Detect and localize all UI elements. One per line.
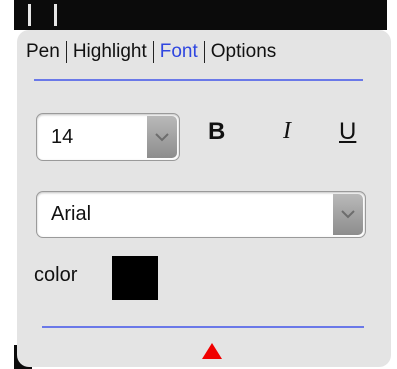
underline-button[interactable]: U xyxy=(339,118,356,146)
font-size-dropdown-button[interactable] xyxy=(147,116,177,158)
tab-font[interactable]: Font xyxy=(154,41,204,63)
color-label: color xyxy=(34,264,78,286)
chevron-down-icon xyxy=(341,210,355,219)
font-size-select[interactable]: 14 xyxy=(36,113,180,161)
font-family-value: Arial xyxy=(51,203,92,225)
font-size-value: 14 xyxy=(51,126,74,148)
top-bar-tick-left xyxy=(28,4,31,26)
tab-options[interactable]: Options xyxy=(205,41,282,63)
font-family-dropdown-button[interactable] xyxy=(333,194,363,235)
font-family-select[interactable]: Arial xyxy=(36,191,366,238)
tab-divider xyxy=(34,79,363,81)
color-swatch[interactable] xyxy=(112,256,158,300)
italic-button[interactable]: I xyxy=(283,118,291,145)
bottom-divider xyxy=(42,326,364,328)
tab-bar: Pen Highlight Font Options xyxy=(20,41,282,63)
top-bar xyxy=(14,0,387,30)
tab-highlight[interactable]: Highlight xyxy=(67,41,153,63)
tab-pen[interactable]: Pen xyxy=(20,41,66,63)
expand-triangle-icon[interactable] xyxy=(202,343,222,359)
chevron-down-icon xyxy=(155,132,169,141)
top-bar-tick-right xyxy=(54,4,57,26)
bold-button[interactable]: B xyxy=(208,118,225,146)
